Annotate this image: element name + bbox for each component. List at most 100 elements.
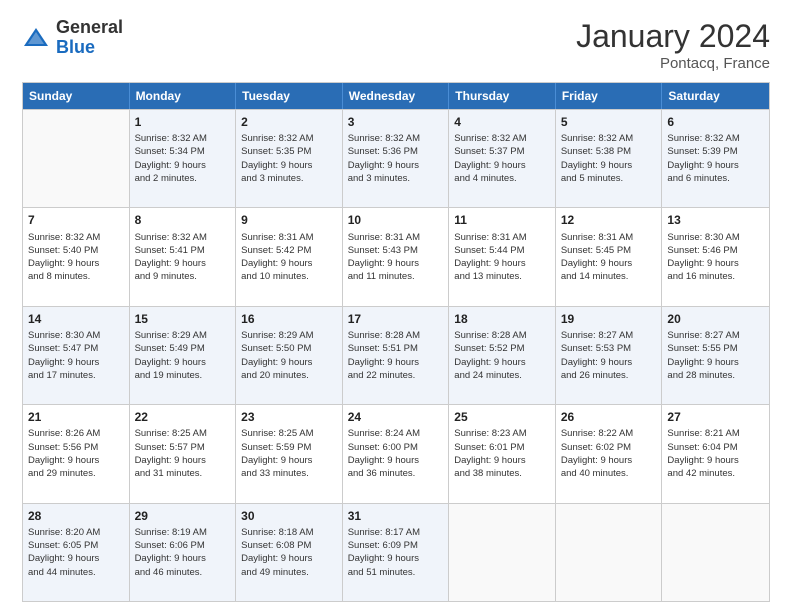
header-day-sunday: Sunday — [23, 83, 130, 109]
day-number: 3 — [348, 114, 444, 130]
day-number: 11 — [454, 212, 550, 228]
cell-info: Sunrise: 8:32 AM Sunset: 5:36 PM Dayligh… — [348, 132, 444, 185]
cell-info: Sunrise: 8:30 AM Sunset: 5:47 PM Dayligh… — [28, 329, 124, 382]
logo: General Blue — [22, 18, 123, 58]
week-row-1: 7Sunrise: 8:32 AM Sunset: 5:40 PM Daylig… — [23, 207, 769, 305]
day-number: 23 — [241, 409, 337, 425]
calendar-cell: 6 Sunrise: 8:32 AM Sunset: 5:39 PM Daylig… — [662, 110, 769, 207]
cell-info: Sunrise: 8:25 AM Sunset: 5:59 PM Dayligh… — [241, 427, 337, 480]
day-number: 17 — [348, 311, 444, 327]
calendar-cell — [23, 110, 130, 207]
day-number: 19 — [561, 311, 657, 327]
cell-info: Sunrise: 8:27 AM Sunset: 5:53 PM Dayligh… — [561, 329, 657, 382]
calendar-cell — [662, 504, 769, 601]
header-day-tuesday: Tuesday — [236, 83, 343, 109]
calendar-cell: 21Sunrise: 8:26 AM Sunset: 5:56 PM Dayli… — [23, 405, 130, 502]
cell-info: Sunrise: 8:25 AM Sunset: 5:57 PM Dayligh… — [135, 427, 231, 480]
day-number: 9 — [241, 212, 337, 228]
day-number: 28 — [28, 508, 124, 524]
cell-info: Sunrise: 8:31 AM Sunset: 5:44 PM Dayligh… — [454, 231, 550, 284]
calendar-cell: 4 Sunrise: 8:32 AM Sunset: 5:37 PM Daylig… — [449, 110, 556, 207]
logo-text: General Blue — [56, 18, 123, 58]
calendar-cell: 26Sunrise: 8:22 AM Sunset: 6:02 PM Dayli… — [556, 405, 663, 502]
logo-icon — [22, 24, 50, 52]
cell-info: Sunrise: 8:24 AM Sunset: 6:00 PM Dayligh… — [348, 427, 444, 480]
calendar-cell: 16 Sunrise: 8:29 AM Sunset: 5:50 PM Dayli… — [236, 307, 343, 404]
week-row-2: 14 Sunrise: 8:30 AM Sunset: 5:47 PM Dayli… — [23, 306, 769, 404]
day-number: 16 — [241, 311, 337, 327]
calendar-header: SundayMondayTuesdayWednesdayThursdayFrid… — [23, 83, 769, 109]
cell-info: Sunrise: 8:31 AM Sunset: 5:45 PM Dayligh… — [561, 231, 657, 284]
logo-blue-label: Blue — [56, 38, 123, 58]
logo-general-label: General — [56, 18, 123, 38]
cell-info: Sunrise: 8:23 AM Sunset: 6:01 PM Dayligh… — [454, 427, 550, 480]
cell-info: Sunrise: 8:20 AM Sunset: 6:05 PM Dayligh… — [28, 526, 124, 579]
header-day-wednesday: Wednesday — [343, 83, 450, 109]
calendar-cell: 11 Sunrise: 8:31 AM Sunset: 5:44 PM Dayli… — [449, 208, 556, 305]
header-day-monday: Monday — [130, 83, 237, 109]
day-number: 12 — [561, 212, 657, 228]
calendar-cell: 8Sunrise: 8:32 AM Sunset: 5:41 PM Daylig… — [130, 208, 237, 305]
calendar-cell — [556, 504, 663, 601]
calendar-cell: 25 Sunrise: 8:23 AM Sunset: 6:01 PM Dayli… — [449, 405, 556, 502]
cell-info: Sunrise: 8:32 AM Sunset: 5:34 PM Dayligh… — [135, 132, 231, 185]
calendar: SundayMondayTuesdayWednesdayThursdayFrid… — [22, 82, 770, 602]
calendar-cell: 5Sunrise: 8:32 AM Sunset: 5:38 PM Daylig… — [556, 110, 663, 207]
header: General Blue January 2024 Pontacq, Franc… — [22, 18, 770, 72]
month-title: January 2024 — [576, 18, 770, 55]
day-number: 30 — [241, 508, 337, 524]
page: General Blue January 2024 Pontacq, Franc… — [0, 0, 792, 612]
location-subtitle: Pontacq, France — [576, 55, 770, 72]
calendar-cell: 10 Sunrise: 8:31 AM Sunset: 5:43 PM Dayli… — [343, 208, 450, 305]
calendar-cell: 23 Sunrise: 8:25 AM Sunset: 5:59 PM Dayli… — [236, 405, 343, 502]
calendar-cell: 31Sunrise: 8:17 AM Sunset: 6:09 PM Dayli… — [343, 504, 450, 601]
day-number: 1 — [135, 114, 231, 130]
day-number: 10 — [348, 212, 444, 228]
calendar-cell: 13Sunrise: 8:30 AM Sunset: 5:46 PM Dayli… — [662, 208, 769, 305]
day-number: 21 — [28, 409, 124, 425]
calendar-cell: 18 Sunrise: 8:28 AM Sunset: 5:52 PM Dayli… — [449, 307, 556, 404]
day-number: 24 — [348, 409, 444, 425]
day-number: 29 — [135, 508, 231, 524]
cell-info: Sunrise: 8:28 AM Sunset: 5:52 PM Dayligh… — [454, 329, 550, 382]
day-number: 31 — [348, 508, 444, 524]
day-number: 8 — [135, 212, 231, 228]
title-block: January 2024 Pontacq, France — [576, 18, 770, 72]
cell-info: Sunrise: 8:21 AM Sunset: 6:04 PM Dayligh… — [667, 427, 764, 480]
day-number: 6 — [667, 114, 764, 130]
day-number: 14 — [28, 311, 124, 327]
day-number: 4 — [454, 114, 550, 130]
calendar-cell: 2Sunrise: 8:32 AM Sunset: 5:35 PM Daylig… — [236, 110, 343, 207]
header-day-thursday: Thursday — [449, 83, 556, 109]
cell-info: Sunrise: 8:19 AM Sunset: 6:06 PM Dayligh… — [135, 526, 231, 579]
calendar-cell: 29 Sunrise: 8:19 AM Sunset: 6:06 PM Dayli… — [130, 504, 237, 601]
day-number: 2 — [241, 114, 337, 130]
calendar-cell: 15 Sunrise: 8:29 AM Sunset: 5:49 PM Dayli… — [130, 307, 237, 404]
header-day-friday: Friday — [556, 83, 663, 109]
cell-info: Sunrise: 8:32 AM Sunset: 5:38 PM Dayligh… — [561, 132, 657, 185]
cell-info: Sunrise: 8:31 AM Sunset: 5:42 PM Dayligh… — [241, 231, 337, 284]
cell-info: Sunrise: 8:29 AM Sunset: 5:50 PM Dayligh… — [241, 329, 337, 382]
day-number: 13 — [667, 212, 764, 228]
cell-info: Sunrise: 8:32 AM Sunset: 5:39 PM Dayligh… — [667, 132, 764, 185]
day-number: 15 — [135, 311, 231, 327]
day-number: 7 — [28, 212, 124, 228]
week-row-4: 28 Sunrise: 8:20 AM Sunset: 6:05 PM Dayli… — [23, 503, 769, 601]
calendar-cell: 7Sunrise: 8:32 AM Sunset: 5:40 PM Daylig… — [23, 208, 130, 305]
cell-info: Sunrise: 8:29 AM Sunset: 5:49 PM Dayligh… — [135, 329, 231, 382]
day-number: 25 — [454, 409, 550, 425]
calendar-cell: 20Sunrise: 8:27 AM Sunset: 5:55 PM Dayli… — [662, 307, 769, 404]
calendar-cell: 30 Sunrise: 8:18 AM Sunset: 6:08 PM Dayli… — [236, 504, 343, 601]
week-row-3: 21Sunrise: 8:26 AM Sunset: 5:56 PM Dayli… — [23, 404, 769, 502]
cell-info: Sunrise: 8:28 AM Sunset: 5:51 PM Dayligh… — [348, 329, 444, 382]
week-row-0: 1 Sunrise: 8:32 AM Sunset: 5:34 PM Daylig… — [23, 109, 769, 207]
calendar-cell: 22 Sunrise: 8:25 AM Sunset: 5:57 PM Dayli… — [130, 405, 237, 502]
cell-info: Sunrise: 8:18 AM Sunset: 6:08 PM Dayligh… — [241, 526, 337, 579]
calendar-body: 1 Sunrise: 8:32 AM Sunset: 5:34 PM Daylig… — [23, 109, 769, 601]
header-day-saturday: Saturday — [662, 83, 769, 109]
day-number: 22 — [135, 409, 231, 425]
cell-info: Sunrise: 8:32 AM Sunset: 5:37 PM Dayligh… — [454, 132, 550, 185]
day-number: 18 — [454, 311, 550, 327]
calendar-cell: 12 Sunrise: 8:31 AM Sunset: 5:45 PM Dayli… — [556, 208, 663, 305]
cell-info: Sunrise: 8:31 AM Sunset: 5:43 PM Dayligh… — [348, 231, 444, 284]
